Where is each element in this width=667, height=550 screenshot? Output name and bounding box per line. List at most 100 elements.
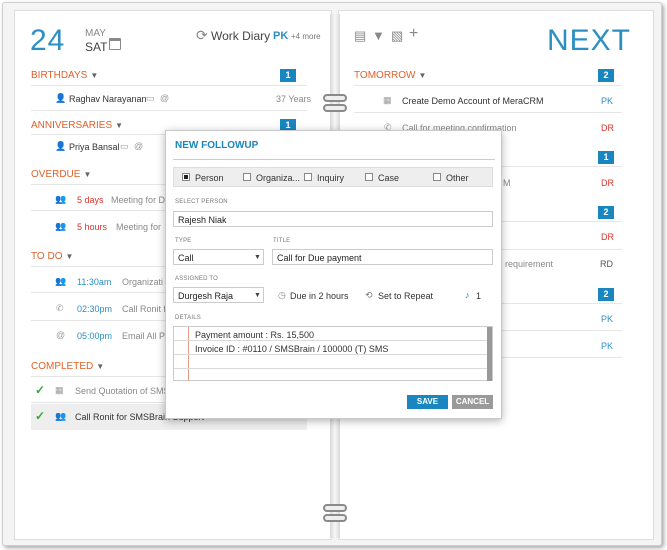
person-icon: 👤 — [55, 141, 67, 151]
item-user: RD — [600, 259, 613, 269]
next-day-link[interactable]: NEXT — [547, 24, 631, 58]
binder-ring — [323, 514, 347, 522]
details-line: Payment amount : Rs. 15,500 — [195, 330, 315, 340]
divider — [354, 85, 622, 86]
right-item[interactable]: M — [503, 178, 511, 188]
overdue-item[interactable]: Meeting for D — [111, 195, 165, 205]
chevron-down-icon: ▼ — [90, 71, 99, 80]
chevron-down-icon: ▼ — [96, 362, 105, 371]
checkmark-icon: ✓ — [35, 383, 46, 397]
at-icon[interactable]: @ — [160, 93, 169, 103]
item-user: DR — [601, 232, 614, 242]
calendar-icon: ▦ — [55, 385, 64, 395]
email-icon: @ — [56, 330, 66, 340]
title-input[interactable]: Call for Due payment — [272, 249, 493, 265]
group-icon: 👥 — [55, 221, 67, 231]
print-icon[interactable]: ▤ — [354, 28, 366, 44]
person-icon: 👤 — [55, 93, 67, 103]
todo-item[interactable]: Email All Pr — [122, 331, 168, 341]
related-type-label[interactable]: Case — [378, 173, 399, 183]
repeat-option[interactable]: Set to Repeat — [378, 291, 433, 301]
section-label: OVERDUE — [31, 169, 81, 180]
scrollbar[interactable] — [487, 327, 492, 381]
save-button[interactable]: SAVE — [407, 395, 448, 409]
notepad-line — [174, 354, 492, 355]
divider — [31, 85, 307, 86]
type-select[interactable]: Call — [173, 249, 264, 265]
add-icon[interactable]: + — [409, 25, 418, 43]
clock-icon: ◷ — [278, 290, 286, 300]
birthdays-count: 1 — [280, 69, 296, 82]
assigned-to-select[interactable]: Durgesh Raja — [173, 287, 264, 303]
card-icon[interactable]: ▭ — [146, 93, 155, 104]
section-completed[interactable]: COMPLETED ▼ — [31, 361, 104, 372]
organization-checkbox[interactable] — [243, 173, 251, 181]
refresh-icon[interactable]: ⟳ — [196, 27, 208, 44]
at-icon[interactable]: @ — [134, 141, 143, 151]
section-label: ANNIVERSARIES — [31, 120, 113, 131]
section-overdue[interactable]: OVERDUE ▼ — [31, 169, 91, 180]
case-checkbox[interactable] — [365, 173, 373, 181]
item-user: PK — [601, 341, 614, 351]
select-person-input[interactable]: Rajesh Niak — [173, 211, 493, 227]
related-type-label[interactable]: Person — [195, 173, 224, 183]
repeat-icon: ⟲ — [365, 290, 373, 300]
filter-icon[interactable]: ▼ — [372, 28, 385, 43]
divider — [354, 112, 622, 113]
reminder-count: 1 — [476, 291, 482, 301]
section-anniversaries[interactable]: ANNIVERSARIES ▼ — [31, 120, 123, 131]
anniversary-name[interactable]: Priya Bansal — [69, 142, 120, 152]
card-icon[interactable]: ▭ — [120, 141, 129, 152]
binder-ring — [323, 104, 347, 112]
cancel-button[interactable]: CANCEL — [452, 395, 493, 409]
related-type-label[interactable]: Inquiry — [317, 173, 344, 183]
details-textarea[interactable]: Payment amount : Rs. 15,500 Invoice ID :… — [173, 326, 493, 381]
right-item[interactable]: requirement — [505, 259, 553, 269]
details-label: DETAILS — [175, 315, 201, 321]
birthday-name[interactable]: Raghav Narayanan — [69, 94, 147, 104]
type-label: TYPE — [175, 238, 192, 244]
todo-item[interactable]: Call Ronit fo — [122, 304, 171, 314]
calendar-icon[interactable] — [109, 38, 121, 50]
section-label: TO DO — [31, 251, 63, 262]
related-type-label[interactable]: Organiza... — [256, 173, 300, 183]
chevron-down-icon: ▼ — [83, 170, 92, 179]
completed-item[interactable]: Send Quotation of SMS — [75, 386, 170, 396]
date-weekday: SAT — [85, 40, 108, 54]
item-user: DR — [601, 178, 614, 188]
item-user: DR — [601, 123, 614, 133]
binder-ring — [323, 504, 347, 512]
diary-user[interactable]: PK — [273, 30, 288, 42]
dialog-title: NEW FOLLOWUP — [175, 140, 259, 151]
section-label: TOMORROW — [354, 70, 416, 81]
binder-ring — [323, 94, 347, 102]
todo-item[interactable]: Organizati — [122, 277, 163, 287]
section-todo[interactable]: TO DO ▼ — [31, 251, 73, 262]
other-checkbox[interactable] — [433, 173, 441, 181]
export-icon[interactable]: ▧ — [391, 28, 403, 44]
assigned-to-label: ASSIGNED TO — [175, 276, 218, 282]
inquiry-checkbox[interactable] — [304, 173, 312, 181]
diary-more-users[interactable]: +4 more — [291, 32, 321, 41]
section-birthdays[interactable]: BIRTHDAYS ▼ — [31, 70, 98, 81]
group-icon: 👥 — [55, 276, 67, 286]
overdue-item[interactable]: Meeting for — [116, 222, 161, 232]
bell-icon[interactable]: ♪ — [465, 290, 470, 300]
section-label: COMPLETED — [31, 361, 94, 372]
due-time[interactable]: Due in 2 hours — [290, 291, 349, 301]
overdue-time: 5 days — [77, 195, 104, 205]
tomorrow-item[interactable]: Create Demo Account of MeraCRM — [402, 96, 544, 106]
group-icon: 👥 — [55, 194, 67, 204]
divider — [31, 110, 307, 111]
chevron-down-icon[interactable]: ▼ — [254, 292, 261, 299]
section-tomorrow[interactable]: TOMORROW ▼ — [354, 70, 426, 81]
related-type-label[interactable]: Other — [446, 173, 469, 183]
section-count: 1 — [598, 151, 614, 164]
notepad-line — [174, 340, 492, 341]
divider — [173, 159, 495, 160]
item-user: PK — [601, 96, 614, 106]
chevron-down-icon[interactable]: ▼ — [254, 254, 261, 261]
person-checkbox[interactable] — [182, 173, 190, 181]
todo-time: 11:30am — [77, 277, 112, 287]
overdue-time: 5 hours — [77, 222, 108, 232]
